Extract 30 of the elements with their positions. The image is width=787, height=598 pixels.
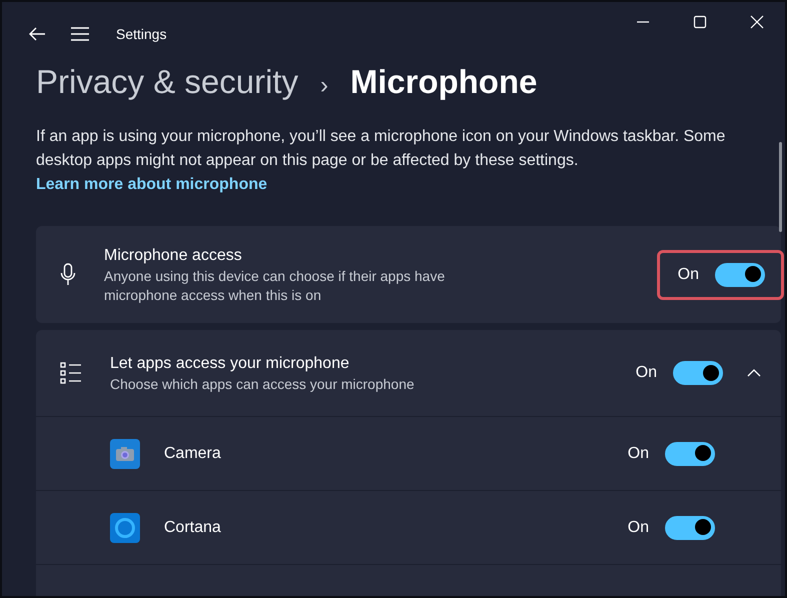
- description-text: If an app is using your microphone, you’ll see a microphone icon on your Windows taskbar. Some desktop apps might not appear on this page or be affected by these settings. Learn more about microphone: [36, 127, 726, 195]
- setting-title: Microphone access: [104, 246, 243, 266]
- toggle-switch[interactable]: [665, 516, 715, 540]
- close-icon: [750, 15, 764, 29]
- breadcrumb-link[interactable]: Privacy & security: [36, 63, 298, 101]
- toggle-switch[interactable]: [715, 262, 765, 286]
- ring-icon: [110, 512, 140, 542]
- toggle-state-label: On: [628, 518, 649, 536]
- scrollbar[interactable]: [779, 142, 782, 232]
- maximize-icon: [692, 15, 706, 29]
- toggle-state-label: On: [678, 266, 699, 284]
- setting-description: Anyone using this device can choose if their apps have microphone access when this is on: [104, 266, 446, 304]
- app-name: Cortana: [164, 518, 221, 536]
- app-name: Camera: [164, 444, 221, 462]
- camera-icon: [110, 438, 140, 468]
- chevron-icon: [747, 369, 761, 377]
- toggle-switch[interactable]: [665, 442, 715, 466]
- page-title: Microphone: [350, 63, 538, 101]
- microphone-icon: [60, 262, 76, 286]
- toggle-state-label: On: [628, 444, 649, 462]
- back-arrow-icon: [28, 26, 46, 40]
- setting-title: Let apps access your microphone: [110, 354, 350, 374]
- window-title: Settings: [116, 26, 167, 42]
- toggle-switch[interactable]: [673, 361, 723, 385]
- list-icon: [60, 362, 82, 384]
- setting-description: Choose which apps can access your microphone: [110, 374, 414, 394]
- toggle-state-label: On: [636, 364, 657, 382]
- learn-more-link[interactable]: Learn more about microphone: [36, 176, 268, 193]
- menu-icon: [70, 26, 90, 40]
- breadcrumb-separator: ›: [320, 72, 328, 100]
